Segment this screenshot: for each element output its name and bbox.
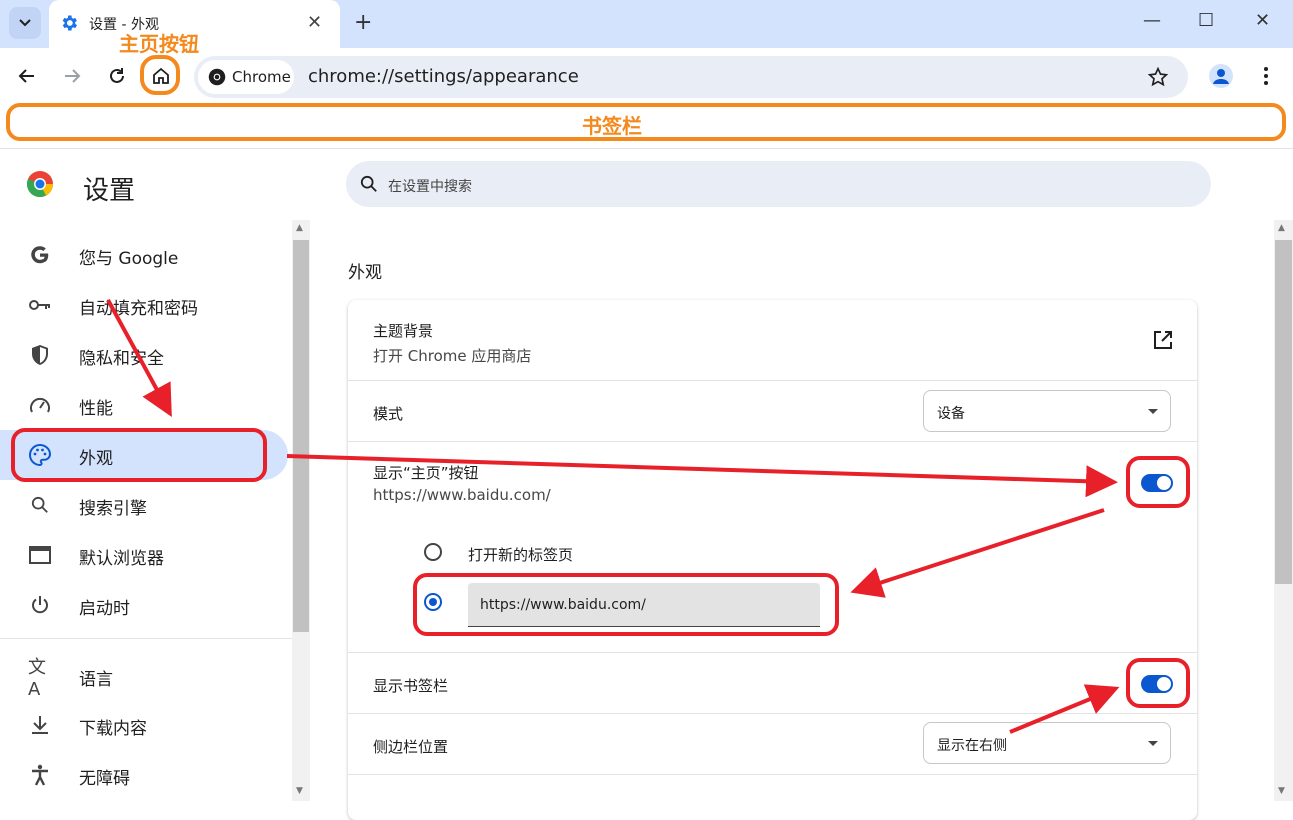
url-text[interactable]: chrome://settings/appearance bbox=[308, 66, 579, 87]
search-icon bbox=[360, 175, 377, 192]
sidebar-item-label: 下载内容 bbox=[79, 719, 147, 739]
mode-value: 设备 bbox=[937, 406, 965, 422]
side-panel-label: 侧边栏位置 bbox=[373, 738, 449, 756]
address-bar[interactable]: Chrome chrome://settings/appearance bbox=[194, 56, 1188, 98]
back-button[interactable] bbox=[15, 64, 39, 88]
theme-label: 主题背景 bbox=[373, 322, 434, 340]
sidebar-item-privacy[interactable]: 隐私和安全 bbox=[0, 330, 288, 380]
bookmarks-bar-annotation: 书签栏 bbox=[582, 114, 642, 138]
close-window-button[interactable]: ✕ bbox=[1255, 10, 1270, 31]
bookmarks-bar-highlight bbox=[6, 103, 1286, 141]
home-toggle-highlight bbox=[1126, 456, 1190, 508]
forward-button[interactable] bbox=[60, 64, 84, 88]
sidebar-item-label: 您与 Google bbox=[79, 249, 179, 269]
settings-search-input[interactable]: 在设置中搜索 bbox=[346, 161, 1211, 207]
sidebar-item-autofill[interactable]: 自动填充和密码 bbox=[0, 280, 288, 330]
sidebar-item-label: 自动填充和密码 bbox=[79, 299, 198, 319]
reload-button[interactable] bbox=[105, 64, 129, 88]
sidebar-item-downloads[interactable]: 下载内容 bbox=[0, 700, 288, 750]
row-divider bbox=[348, 380, 1197, 381]
chevron-down-icon bbox=[19, 19, 31, 27]
sidebar-item-on-startup[interactable]: 启动时 bbox=[0, 580, 288, 630]
maximize-button[interactable]: ☐ bbox=[1198, 10, 1214, 31]
minimize-button[interactable]: — bbox=[1143, 10, 1161, 31]
arrow-left-icon bbox=[18, 69, 34, 83]
chevron-down-icon bbox=[1148, 409, 1158, 414]
home-button-sub: https://www.baidu.com/ bbox=[373, 486, 551, 504]
chrome-logo-icon bbox=[208, 68, 226, 86]
menu-button[interactable] bbox=[1258, 64, 1274, 92]
side-panel-select[interactable]: 显示在右侧 bbox=[923, 722, 1171, 764]
chrome-logo-icon bbox=[26, 171, 53, 198]
bookmark-star-icon[interactable] bbox=[1148, 67, 1168, 87]
appearance-card: 主题背景 打开 Chrome 应用商店 模式 设备 显示“主页”按钮 https… bbox=[348, 300, 1197, 820]
key-icon bbox=[28, 293, 52, 317]
section-title: 外观 bbox=[348, 263, 382, 283]
home-button-highlight bbox=[140, 55, 180, 95]
chip-label: Chrome bbox=[232, 68, 291, 86]
accessibility-icon bbox=[28, 763, 52, 787]
side-panel-value: 显示在右侧 bbox=[937, 738, 1007, 754]
theme-sub: 打开 Chrome 应用商店 bbox=[373, 347, 532, 365]
radio-new-tab[interactable] bbox=[424, 543, 442, 561]
sidebar-item-label: 隐私和安全 bbox=[79, 349, 164, 369]
radio-new-tab-label: 打开新的标签页 bbox=[468, 546, 574, 564]
sidebar-divider bbox=[0, 638, 292, 639]
row-divider bbox=[348, 441, 1197, 442]
search-icon bbox=[28, 493, 52, 517]
sidebar-item-label: 启动时 bbox=[79, 599, 130, 619]
row-divider bbox=[348, 713, 1197, 714]
scroll-down-arrow-icon[interactable]: ▼ bbox=[1278, 786, 1285, 796]
google-icon bbox=[28, 243, 52, 267]
search-placeholder: 在设置中搜索 bbox=[388, 179, 472, 195]
home-button-annotation: 主页按钮 bbox=[119, 32, 199, 56]
reload-icon bbox=[110, 68, 124, 83]
main-scrollbar-thumb[interactable] bbox=[1275, 240, 1292, 584]
sidebar-item-languages[interactable]: 文A 语言 bbox=[0, 651, 288, 701]
sidebar-item-label: 搜索引擎 bbox=[79, 499, 147, 519]
site-info-chip[interactable]: Chrome bbox=[198, 60, 294, 94]
sidebar-item-label: 默认浏览器 bbox=[79, 549, 164, 569]
more-vertical-icon bbox=[1264, 67, 1268, 85]
speedometer-icon bbox=[28, 393, 52, 417]
sidebar-item-label: 无障碍 bbox=[79, 769, 130, 789]
shield-icon bbox=[28, 343, 52, 367]
translate-icon: 文A bbox=[28, 656, 46, 700]
mode-label: 模式 bbox=[373, 405, 404, 423]
sidebar-item-label: 语言 bbox=[79, 670, 113, 690]
download-icon bbox=[28, 713, 52, 737]
person-icon bbox=[1213, 69, 1229, 84]
tab-search-button[interactable] bbox=[9, 7, 41, 39]
scroll-up-arrow-icon[interactable]: ▲ bbox=[296, 223, 303, 233]
arrow-right-icon bbox=[65, 69, 81, 83]
sidebar-item-performance[interactable]: 性能 bbox=[0, 380, 288, 430]
scroll-down-arrow-icon[interactable]: ▼ bbox=[296, 786, 303, 796]
new-tab-button[interactable]: + bbox=[354, 10, 372, 35]
mode-select[interactable]: 设备 bbox=[923, 390, 1171, 432]
sidebar-item-default-browser[interactable]: 默认浏览器 bbox=[0, 530, 288, 580]
custom-url-highlight bbox=[413, 573, 839, 636]
sidebar-scrollbar-thumb[interactable] bbox=[293, 240, 309, 632]
browser-window-icon bbox=[28, 543, 52, 567]
scroll-up-arrow-icon[interactable]: ▲ bbox=[1278, 223, 1285, 233]
gear-icon bbox=[62, 15, 77, 31]
sidebar-item-accessibility[interactable]: 无障碍 bbox=[0, 750, 288, 800]
home-button-label: 显示“主页”按钮 bbox=[373, 464, 479, 482]
chevron-down-icon bbox=[1148, 741, 1158, 746]
row-divider bbox=[348, 774, 1197, 775]
bookmarks-bar-label: 显示书签栏 bbox=[373, 677, 449, 695]
page-title: 设置 bbox=[83, 176, 136, 206]
appearance-highlight bbox=[11, 428, 267, 482]
sidebar-item-label: 性能 bbox=[79, 399, 113, 419]
row-divider bbox=[348, 652, 1197, 653]
power-icon bbox=[28, 593, 52, 617]
open-in-new-icon[interactable] bbox=[1153, 330, 1173, 350]
sidebar-item-you-and-google[interactable]: 您与 Google bbox=[0, 230, 288, 280]
close-tab-icon[interactable]: ✕ bbox=[307, 12, 322, 33]
sidebar-item-search-engine[interactable]: 搜索引擎 bbox=[0, 480, 288, 530]
profile-avatar[interactable] bbox=[1209, 64, 1233, 88]
bookmarks-toggle-highlight bbox=[1126, 658, 1190, 708]
